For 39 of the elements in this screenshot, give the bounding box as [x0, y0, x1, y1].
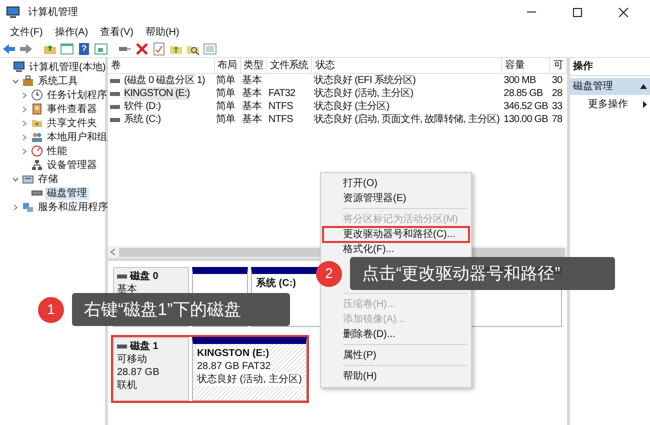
table-cell: 28	[552, 88, 562, 99]
table-cell: 状态良好 (主分区)	[314, 101, 390, 112]
table-cell: 基本	[242, 88, 262, 99]
callout-tooltip: 右键“磁盘1”下的磁盘	[72, 293, 290, 326]
table-cell: NTFS	[268, 114, 293, 125]
table-cell: 28.85 GB	[504, 88, 543, 99]
partition-name: 系统 (C:)	[256, 277, 296, 290]
step-badge: 1	[38, 296, 64, 322]
table-cell: 简单	[216, 75, 236, 86]
table-cell: 基本	[242, 101, 262, 112]
disk-detail: 28.87 GB	[117, 366, 160, 379]
table-cell: 基本	[242, 75, 262, 86]
disk-detail: 可移动	[117, 353, 148, 366]
table-cell: FAT32	[268, 88, 296, 99]
panel-title: 操作	[570, 58, 650, 76]
table-cell: 30	[552, 75, 562, 86]
table-cell: 346.52 GB	[504, 101, 548, 112]
section-title: 磁盘管理	[573, 80, 613, 93]
table-cell: 130.00 GB	[504, 114, 548, 125]
table-cell: 简单	[216, 114, 236, 125]
table-cell: 状态良好 (活动, 主分区)	[314, 88, 414, 99]
window-title: 计算机管理	[28, 6, 78, 18]
partition-info: 28.87 GB FAT32	[197, 360, 271, 373]
disk-name: 磁盘 1	[130, 340, 158, 353]
table-cell: 状态良好 (EFI 系统分区)	[314, 75, 416, 86]
callout-tooltip: 点击“更改驱动器号和路径”	[350, 257, 615, 290]
partition-info: 状态良好 (活动, 主分区)	[197, 373, 302, 386]
table-cell: 78	[552, 114, 562, 125]
table-cell: 基本	[242, 114, 262, 125]
table-cell: 33	[552, 101, 562, 112]
disk-name: 磁盘 0	[130, 270, 158, 283]
partition-name: KINGSTON (E:)	[197, 347, 270, 360]
table-cell: 简单	[216, 88, 236, 99]
table-cell: 简单	[216, 101, 236, 112]
table-cell: 300 MB	[504, 75, 536, 86]
disk-detail: 联机	[117, 379, 138, 392]
disk-detail: 基本	[117, 283, 138, 296]
table-cell: NTFS	[268, 101, 293, 112]
table-cell: 状态良好 (启动, 页面文件, 故障转储, 主分区)	[314, 114, 500, 125]
